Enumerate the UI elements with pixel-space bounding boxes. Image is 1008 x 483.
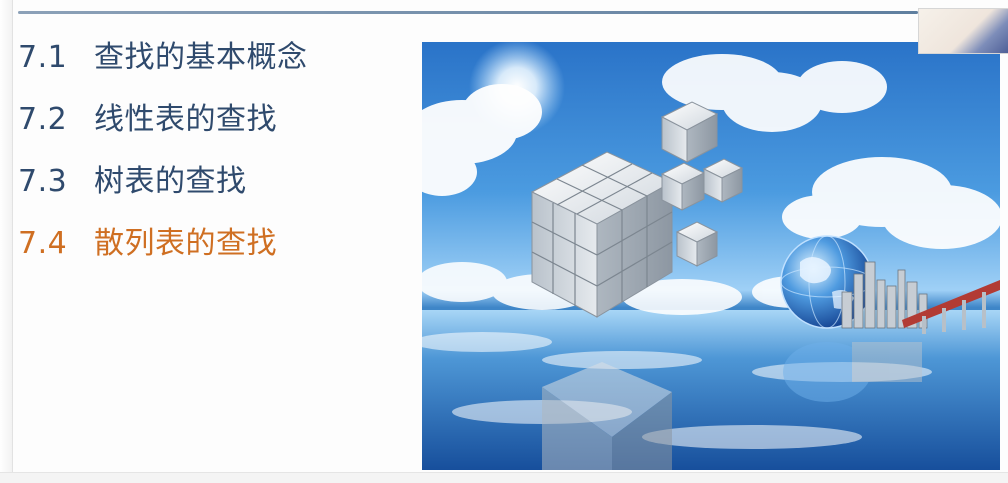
toc-item-title: 散列表的查找 [94,226,277,261]
toc-item-7-4[interactable]: 7.4 散列表的查找 [18,222,418,284]
slide-bottom-edge [0,472,1008,483]
toc-item-number: 7.1 [18,40,68,75]
webcam-overlay [918,8,1008,54]
toc-item-title: 查找的基本概念 [94,40,308,75]
hero-image [422,42,1000,470]
slide-canvas: 7.1 查找的基本概念 7.2 线性表的查找 7.3 树表的查找 7.4 散列表… [0,0,1008,483]
toc-item-7-3[interactable]: 7.3 树表的查找 [18,160,418,222]
toc-item-7-1[interactable]: 7.1 查找的基本概念 [18,36,418,98]
top-divider-line [18,11,918,14]
toc-item-title: 树表的查找 [94,164,247,199]
hero-illustration [422,42,1000,470]
cloud-icon [422,84,542,196]
toc-item-number: 7.4 [18,226,68,261]
toc-item-7-2[interactable]: 7.2 线性表的查找 [18,98,418,160]
cloud-icon [782,157,1000,249]
toc-item-title: 线性表的查找 [94,102,277,137]
slide-left-border [0,0,13,483]
table-of-contents: 7.1 查找的基本概念 7.2 线性表的查找 7.3 树表的查找 7.4 散列表… [18,36,418,284]
toc-item-number: 7.2 [18,102,68,137]
toc-item-number: 7.3 [18,164,68,199]
